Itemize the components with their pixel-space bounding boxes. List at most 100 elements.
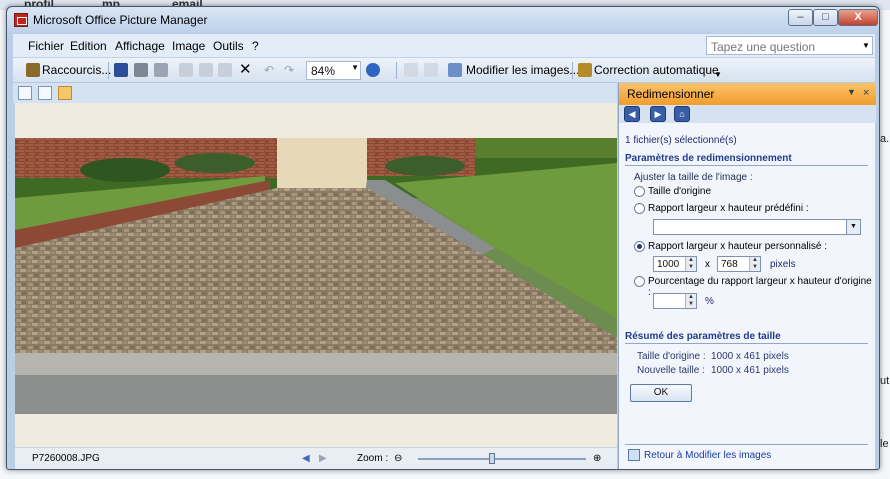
picture-canvas: [15, 103, 617, 447]
new-size-summary-label: Nouvelle taille :: [637, 365, 705, 376]
section-divider: [625, 343, 868, 344]
custom-height-value: 768: [721, 259, 738, 270]
edit-images-button[interactable]: Modifier les images...: [466, 62, 579, 78]
single-picture-view-icon[interactable]: [58, 86, 72, 100]
toolbar-separator: [108, 62, 109, 79]
toolbar-separator: [396, 62, 397, 79]
forward-arrow-icon[interactable]: ▶: [650, 106, 666, 122]
auto-correct-icon: [578, 63, 592, 77]
radio-custom-size[interactable]: [634, 241, 645, 252]
radio-original-size[interactable]: [634, 186, 645, 197]
help-icon[interactable]: [366, 63, 380, 77]
close-button[interactable]: X: [838, 9, 878, 26]
status-bar: P7260008.JPG ◀ ▶ Zoom : ⊖ ⊕: [15, 447, 617, 469]
pixels-unit-label: pixels: [770, 259, 796, 270]
custom-width-input[interactable]: 1000 ▲ ▼: [653, 256, 697, 272]
title-bar[interactable]: Microsoft Office Picture Manager – □ X: [7, 7, 879, 33]
predefined-size-select[interactable]: ▼: [653, 219, 861, 235]
section-size-summary: Résumé des paramètres de taille: [625, 331, 781, 342]
menu-help[interactable]: ?: [252, 39, 259, 53]
ask-question-placeholder: Tapez une question: [711, 40, 816, 54]
rotate-left-icon[interactable]: [404, 63, 418, 77]
auto-correct-button[interactable]: Correction automatique: [594, 62, 719, 78]
cut-icon[interactable]: [179, 63, 193, 77]
photo-image: [15, 138, 617, 414]
zoom-slider-thumb[interactable]: [489, 453, 495, 464]
minimize-button[interactable]: –: [788, 9, 813, 26]
times-symbol: x: [705, 259, 710, 270]
redo-icon[interactable]: ↷: [284, 62, 294, 78]
email-icon[interactable]: [154, 63, 168, 77]
current-filename: P7260008.JPG: [32, 453, 100, 464]
zoom-label: Zoom :: [357, 453, 389, 464]
percentage-input[interactable]: ▲ ▼: [653, 293, 697, 309]
menu-bar: Fichier Edition Affichage Image Outils ?…: [13, 34, 875, 58]
back-to-edit-images-link[interactable]: Retour à Modifier les images: [644, 450, 771, 461]
copy-icon[interactable]: [199, 63, 213, 77]
shortcuts-button[interactable]: Raccourcis...: [42, 62, 111, 78]
task-pane-close-icon[interactable]: ×: [863, 87, 869, 99]
menu-edition[interactable]: Edition: [70, 39, 107, 53]
resize-task-pane: Redimensionner ▼ × ◀ ▶ ⌂ 1 fichier(s) sé…: [618, 83, 876, 469]
rotate-right-icon[interactable]: [424, 63, 438, 77]
section-resize-parameters: Paramètres de redimensionnement: [625, 153, 792, 164]
menu-affichage[interactable]: Affichage: [115, 39, 165, 53]
custom-size-option-label: Rapport largeur x hauteur personnalisé :: [648, 241, 827, 252]
zoom-value: 84%: [311, 64, 336, 78]
save-icon[interactable]: [114, 63, 128, 77]
home-icon[interactable]: ⌂: [674, 106, 690, 122]
radio-percentage[interactable]: [634, 276, 645, 287]
menu-image[interactable]: Image: [172, 39, 205, 53]
shortcuts-icon: [26, 63, 40, 77]
background-text-fragment: a.: [880, 133, 890, 145]
picture-manager-window: Microsoft Office Picture Manager – □ X F…: [6, 6, 880, 470]
percentage-spin-arrows[interactable]: ▲ ▼: [685, 294, 696, 308]
menu-fichier[interactable]: Fichier: [28, 39, 64, 53]
delete-icon[interactable]: ✕: [239, 62, 252, 78]
zoom-out-icon[interactable]: ⊖: [394, 453, 402, 464]
zoom-in-icon[interactable]: ⊕: [593, 453, 601, 464]
driveway-photo: [15, 138, 617, 414]
chevron-down-icon: ▼: [351, 63, 359, 72]
task-pane-title: Redimensionner: [627, 87, 715, 101]
percent-sign: %: [705, 296, 714, 307]
zoom-slider-track[interactable]: [418, 458, 586, 460]
task-pane-header: Redimensionner ▼ ×: [619, 83, 876, 105]
original-size-summary-value: 1000 x 461 pixels: [711, 351, 789, 362]
task-pane-navigation: ◀ ▶ ⌂: [619, 105, 876, 123]
toolbar-separator: [572, 62, 573, 79]
ok-button[interactable]: OK: [630, 384, 692, 402]
ask-question-box[interactable]: Tapez une question ▼: [706, 36, 873, 55]
section-divider: [625, 165, 868, 166]
radio-predefined-size[interactable]: [634, 203, 645, 214]
task-pane-menu-icon[interactable]: ▼: [847, 87, 856, 97]
chevron-down-icon: ▼: [846, 220, 860, 234]
original-size-summary-label: Taille d'origine :: [637, 351, 706, 362]
paste-icon[interactable]: [218, 63, 232, 77]
toolbar-options-icon[interactable]: ▼: [714, 67, 722, 83]
previous-picture-icon[interactable]: ◀: [302, 453, 310, 464]
height-spin-arrows[interactable]: ▲ ▼: [749, 257, 760, 271]
menu-outils[interactable]: Outils: [213, 39, 244, 53]
background-text-fragment: le: [880, 438, 889, 450]
edit-images-icon: [448, 63, 462, 77]
maximize-button[interactable]: □: [813, 9, 838, 26]
edit-images-link-icon: [628, 449, 640, 461]
new-size-summary-value: 1000 x 461 pixels: [711, 365, 789, 376]
next-picture-icon[interactable]: ▶: [319, 453, 327, 464]
predefined-size-option-label: Rapport largeur x hauteur prédéfini :: [648, 203, 809, 214]
chevron-down-icon[interactable]: ▼: [860, 37, 872, 54]
picture-manager-icon: [14, 13, 28, 27]
thumbnail-view-icon[interactable]: [18, 86, 32, 100]
selected-files-count: 1 fichier(s) sélectionné(s): [625, 135, 737, 146]
back-arrow-icon[interactable]: ◀: [624, 106, 640, 122]
filmstrip-view-icon[interactable]: [38, 86, 52, 100]
print-icon[interactable]: [134, 63, 148, 77]
width-spin-arrows[interactable]: ▲ ▼: [685, 257, 696, 271]
undo-icon[interactable]: ↶: [264, 62, 274, 78]
background-text-fragment: ut: [880, 375, 890, 387]
custom-height-input[interactable]: 768 ▲ ▼: [717, 256, 761, 272]
adjust-size-label: Ajuster la taille de l'image :: [634, 172, 753, 183]
standard-toolbar: Raccourcis... ✕ ↶ ↷ 84% ▼ Modifier les i…: [13, 58, 875, 83]
zoom-select[interactable]: 84% ▼: [306, 61, 361, 80]
